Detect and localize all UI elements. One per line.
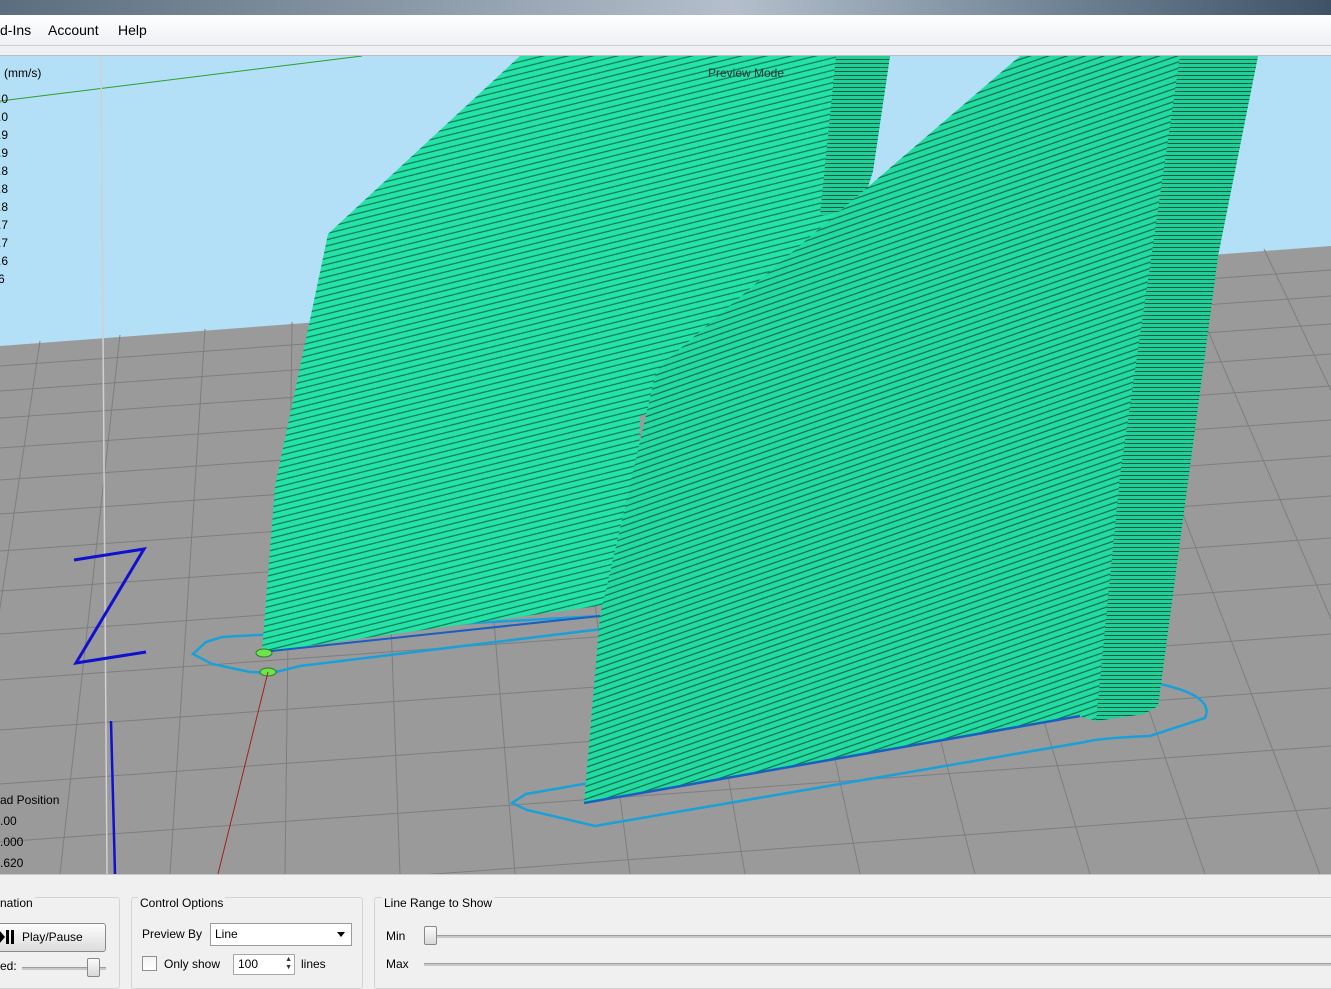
max-label: Max (386, 957, 409, 971)
menu-account[interactable]: Account (48, 22, 99, 38)
window-title-strip (0, 0, 1331, 15)
speed-value: .9 (0, 128, 9, 142)
only-show-label: Only show (164, 957, 221, 971)
line-range-title: Line Range to Show (382, 896, 495, 910)
bottom-control-panel: nation Play/Pause ed: Control Options Pr… (0, 874, 1331, 989)
preview-by-value: Line (215, 927, 238, 941)
preview-viewport[interactable]: (mm/s) .0 .0 .9 .9 .8 .8 .8 .7 .7 .6 6 P… (0, 56, 1331, 874)
stepper-arrows-icon[interactable]: ▲ ▼ (285, 956, 292, 972)
speed-slider-thumb[interactable] (87, 958, 100, 977)
preview-by-label: Preview By (142, 927, 203, 941)
speed-value: .6 (0, 254, 9, 268)
nozzle-marker-upper (255, 648, 273, 658)
chevron-down-icon (337, 932, 345, 937)
speed-value: .8 (0, 200, 9, 214)
speed-legend-header: (mm/s) (4, 66, 42, 80)
speed-value: .8 (0, 164, 9, 178)
z-axis-label: Z (70, 546, 150, 671)
speed-value: .7 (0, 236, 9, 250)
speed-value: .7 (0, 218, 9, 232)
play-pause-label: Play/Pause (22, 930, 83, 944)
speed-value: .8 (0, 182, 9, 196)
control-options-title: Control Options (138, 896, 226, 910)
head-position-z: .620 (0, 856, 24, 870)
animation-group-title: nation (0, 896, 35, 910)
lines-label: lines (301, 957, 326, 971)
preview-by-select[interactable]: Line (210, 923, 352, 946)
menu-help[interactable]: Help (118, 22, 147, 38)
only-show-checkbox[interactable] (142, 956, 157, 971)
toolbar-divider (0, 46, 1331, 56)
preview-mode-label: Preview Mode (708, 66, 785, 80)
speed-value: .9 (0, 146, 9, 160)
head-position-readout: ad Position .00 .000 .620 (0, 790, 59, 874)
min-slider-track[interactable] (424, 935, 1331, 938)
menu-bar: d-Ins Account Help (0, 15, 1331, 46)
speed-value: .0 (0, 92, 9, 106)
max-slider-track[interactable] (424, 963, 1331, 966)
speed-label: ed: (0, 959, 17, 973)
head-position-title: ad Position (0, 793, 60, 807)
print-preview-scene (0, 56, 1331, 874)
speed-value: .0 (0, 110, 9, 124)
head-position-x: .00 (0, 814, 17, 828)
head-position-y: .000 (0, 835, 24, 849)
only-show-lines-value: 100 (238, 957, 259, 971)
menu-add-ins[interactable]: d-Ins (0, 22, 31, 38)
min-slider-thumb[interactable] (424, 926, 437, 945)
play-pause-button[interactable]: Play/Pause (0, 923, 106, 952)
play-pause-icon (0, 930, 14, 944)
only-show-lines-stepper[interactable]: 100 ▲ ▼ (233, 954, 295, 975)
min-label: Min (386, 929, 406, 943)
speed-legend-list: .0 .0 .9 .9 .8 .8 .8 .7 .7 .6 6 (0, 90, 8, 288)
speed-value: 6 (0, 272, 5, 286)
line-range-group (374, 897, 1331, 989)
